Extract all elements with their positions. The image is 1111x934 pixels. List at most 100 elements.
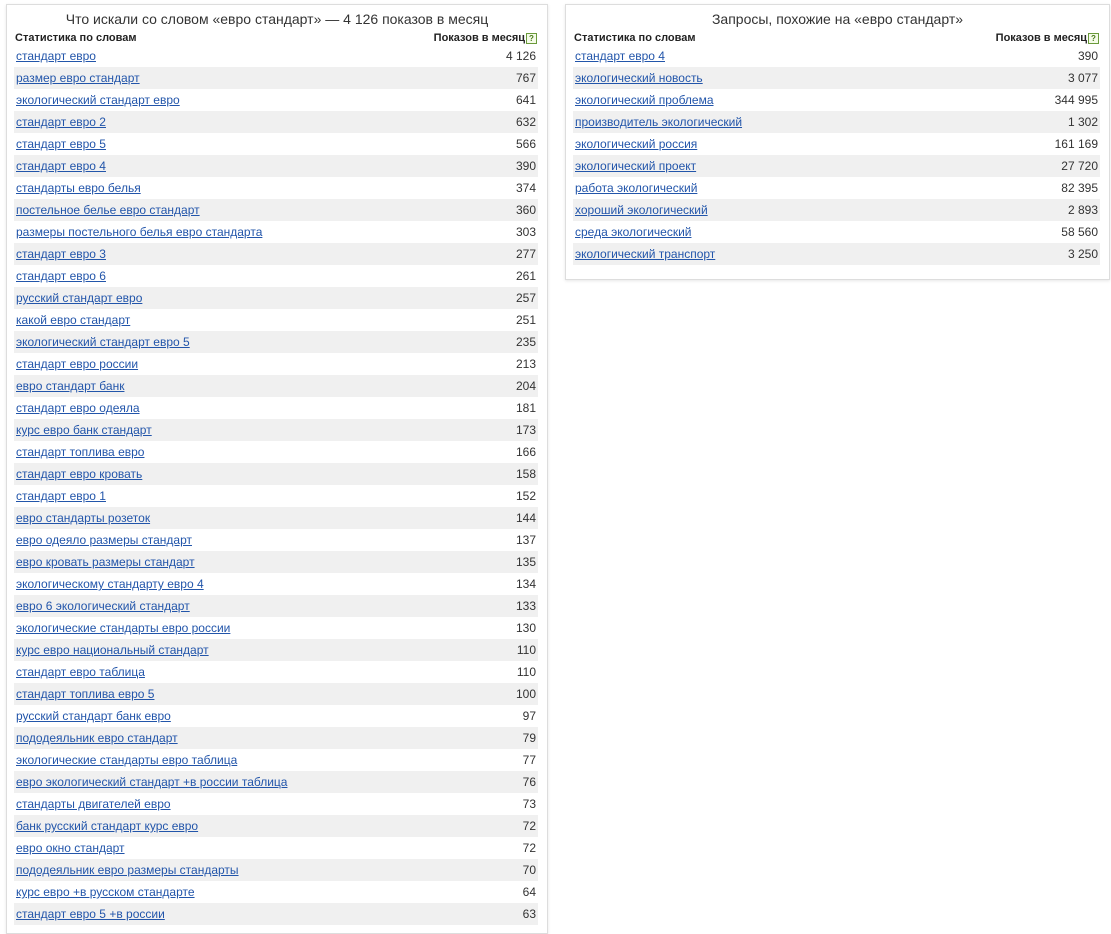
panel-title: Что искали со словом «евро стандарт» — 4… [65,11,489,27]
query-link[interactable]: евро 6 экологический стандарт [16,599,190,613]
query-link[interactable]: евро стандарт банк [16,379,124,393]
impressions-count: 344 995 [1054,93,1098,107]
help-icon[interactable]: ? [1088,32,1099,44]
column-header-query: Статистика по словам [15,32,137,44]
table-row: стандарт евро 2 632 [14,111,538,133]
impressions-count: 152 [515,489,536,503]
table-row: курс евро +в русском стандарте 64 [14,881,538,903]
impressions-count: 158 [515,467,536,481]
query-link[interactable]: стандарт евро 3 [16,247,106,261]
query-link[interactable]: курс евро банк стандарт [16,423,152,437]
table-row: размеры постельного белья евро стандарта… [14,221,538,243]
query-link[interactable]: стандарт евро 6 [16,269,106,283]
impressions-count: 166 [515,445,536,459]
impressions-count: 235 [515,335,536,349]
table-row: стандарт евро кровать 158 [14,463,538,485]
query-link[interactable]: экологический россия [575,137,697,151]
table-row: стандарт евро россии 213 [14,353,538,375]
table-row: какой евро стандарт 251 [14,309,538,331]
impressions-count: 73 [522,797,536,811]
query-link[interactable]: экологический проблема [575,93,714,107]
table-row: стандарт евро 3 277 [14,243,538,265]
query-link[interactable]: размеры постельного белья евро стандарта [16,225,262,239]
table-row: пододеяльник евро стандарт 79 [14,727,538,749]
query-link[interactable]: хороший экологический [575,203,708,217]
query-link[interactable]: стандарт евро 1 [16,489,106,503]
table-row: стандарт топлива евро 5 100 [14,683,538,705]
impressions-count: 3 250 [1067,247,1098,261]
impressions-count: 632 [515,115,536,129]
query-link[interactable]: стандарты евро белья [16,181,141,195]
impressions-count: 79 [522,731,536,745]
impressions-count: 3 077 [1067,71,1098,85]
query-link[interactable]: стандарты двигателей евро [16,797,171,811]
query-link[interactable]: стандарт евро 4 [575,49,665,63]
query-link[interactable]: экологические стандарты евро таблица [16,753,237,767]
table-row: постельное белье евро стандарт 360 [14,199,538,221]
query-link[interactable]: евро кровать размеры стандарт [16,555,195,569]
query-link[interactable]: евро окно стандарт [16,841,125,855]
query-link[interactable]: экологический новость [575,71,703,85]
query-link[interactable]: курс евро национальный стандарт [16,643,209,657]
impressions-count: 641 [515,93,536,107]
table-row: стандарт топлива евро 166 [14,441,538,463]
impressions-count: 390 [1077,49,1098,63]
table-row: экологический проект 27 720 [573,155,1100,177]
impressions-count: 134 [515,577,536,591]
query-link[interactable]: экологический стандарт евро 5 [16,335,190,349]
impressions-count: 72 [522,819,536,833]
table-row: экологический новость 3 077 [573,67,1100,89]
table-row: курс евро национальный стандарт 110 [14,639,538,661]
query-link[interactable]: среда экологический [575,225,691,239]
impressions-count: 2 893 [1067,203,1098,217]
query-link[interactable]: производитель экологический [575,115,742,129]
table-row: евро экологический стандарт +в россии та… [14,771,538,793]
query-link[interactable]: стандарт евро 4 [16,159,106,173]
query-link[interactable]: русский стандарт евро [16,291,142,305]
query-link[interactable]: евро стандарты розеток [16,511,150,525]
impressions-count: 97 [522,709,536,723]
query-link[interactable]: стандарт евро таблица [16,665,145,679]
help-icon[interactable]: ? [526,32,537,44]
query-link[interactable]: стандарт евро 2 [16,115,106,129]
query-link[interactable]: экологический транспорт [575,247,715,261]
table-row: экологическому стандарту евро 4 134 [14,573,538,595]
query-link[interactable]: экологический стандарт евро [16,93,180,107]
query-link[interactable]: банк русский стандарт курс евро [16,819,198,833]
impressions-count: 27 720 [1061,159,1098,173]
query-link[interactable]: курс евро +в русском стандарте [16,885,195,899]
query-link[interactable]: постельное белье евро стандарт [16,203,200,217]
table-row: стандарт евро одеяла 181 [14,397,538,419]
table-row: русский стандарт евро 257 [14,287,538,309]
impressions-count: 1 302 [1067,115,1098,129]
impressions-count: 261 [515,269,536,283]
query-list: стандарт евро 4 126 размер евро стандарт 76… [14,45,538,925]
query-link[interactable]: стандарт топлива евро [16,445,144,459]
query-link[interactable]: работа экологический [575,181,697,195]
query-link[interactable]: экологическому стандарту евро 4 [16,577,204,591]
query-link[interactable]: стандарт евро кровать [16,467,142,481]
impressions-count: 58 560 [1061,225,1098,239]
query-link[interactable]: стандарт евро одеяла [16,401,140,415]
table-row: экологический стандарт евро 5 235 [14,331,538,353]
query-link[interactable]: пододеяльник евро стандарт [16,731,178,745]
impressions-count: 204 [515,379,536,393]
query-link[interactable]: стандарт евро россии [16,357,138,371]
query-link[interactable]: стандарт евро 5 [16,137,106,151]
query-link[interactable]: евро одеяло размеры стандарт [16,533,192,547]
impressions-count: 82 395 [1061,181,1098,195]
query-link[interactable]: пододеяльник евро размеры стандарты [16,863,239,877]
query-link[interactable]: какой евро стандарт [16,313,130,327]
query-link[interactable]: экологический проект [575,159,696,173]
query-link[interactable]: экологические стандарты евро россии [16,621,230,635]
query-link[interactable]: евро экологический стандарт +в россии та… [16,775,287,789]
table-row: курс евро банк стандарт 173 [14,419,538,441]
query-link[interactable]: стандарт евро 5 +в россии [16,907,165,921]
table-row: среда экологический 58 560 [573,221,1100,243]
query-link[interactable]: стандарт топлива евро 5 [16,687,154,701]
query-link[interactable]: русский стандарт банк евро [16,709,171,723]
query-link[interactable]: стандарт евро [16,49,96,63]
table-row: стандарт евро 5 566 [14,133,538,155]
query-link[interactable]: размер евро стандарт [16,71,140,85]
table-header: Статистика по словам Показов в месяц ? [15,31,537,45]
